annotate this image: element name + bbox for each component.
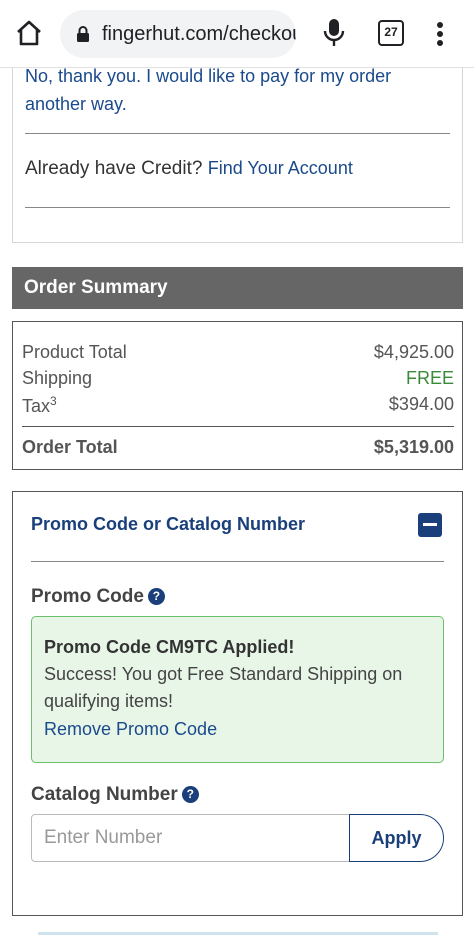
product-total-label: Product Total: [22, 342, 127, 362]
lock-icon: [77, 26, 89, 42]
divider: [22, 426, 454, 427]
promo-applied-text: Success! You got Free Standard Shipping …: [44, 664, 403, 711]
credit-question: Already have Credit?: [25, 158, 203, 179]
tax-footnote[interactable]: 3: [50, 394, 57, 408]
existing-credit-line: Already have Credit? Find Your Account: [25, 158, 353, 180]
url-text: fingerhut.com/checkout: [102, 23, 296, 45]
divider: [25, 133, 450, 134]
product-total-value: $4,925.00: [373, 342, 454, 362]
home-icon[interactable]: [14, 18, 44, 48]
order-total-label: Order Total: [22, 437, 118, 457]
tab-switcher-button[interactable]: 27: [378, 20, 404, 46]
order-summary-box: Product Total $4,925.00 Shipping FREE Ta…: [12, 321, 463, 470]
help-icon[interactable]: ?: [181, 786, 199, 804]
divider: [31, 561, 444, 562]
collapse-icon[interactable]: [418, 513, 442, 537]
divider: [25, 207, 450, 208]
find-account-link[interactable]: Find Your Account: [208, 158, 353, 178]
promo-applied-title: Promo Code CM9TC Applied!: [44, 637, 295, 657]
promo-success-message: Promo Code CM9TC Applied! Success! You g…: [31, 616, 444, 763]
catalog-number-input[interactable]: [31, 814, 351, 862]
order-total-value: $5,319.00: [373, 437, 454, 457]
order-summary-header: Order Summary: [12, 267, 463, 309]
remove-promo-link[interactable]: Remove Promo Code: [44, 715, 431, 743]
tax-value: $394.00: [388, 394, 454, 414]
help-icon[interactable]: ?: [147, 588, 165, 606]
promo-code-label: Promo Code?: [31, 586, 165, 608]
browser-toolbar: fingerhut.com/checkout 27: [0, 0, 474, 68]
promo-section-title[interactable]: Promo Code or Catalog Number: [31, 514, 305, 535]
apply-button[interactable]: Apply: [349, 814, 444, 862]
promo-section: Promo Code or Catalog Number Promo Code?…: [12, 491, 463, 916]
payment-options-card: No, thank you. I would like to pay for m…: [12, 66, 463, 243]
more-options-icon[interactable]: [428, 18, 452, 50]
catalog-number-label: Catalog Number?: [31, 784, 199, 806]
microphone-icon[interactable]: [320, 17, 348, 49]
shipping-value: FREE: [405, 368, 454, 388]
tax-label: Tax3: [22, 394, 57, 416]
pay-another-way-link[interactable]: No, thank you. I would like to pay for m…: [25, 62, 445, 118]
address-bar[interactable]: fingerhut.com/checkout: [60, 10, 296, 58]
shipping-label: Shipping: [22, 368, 93, 388]
